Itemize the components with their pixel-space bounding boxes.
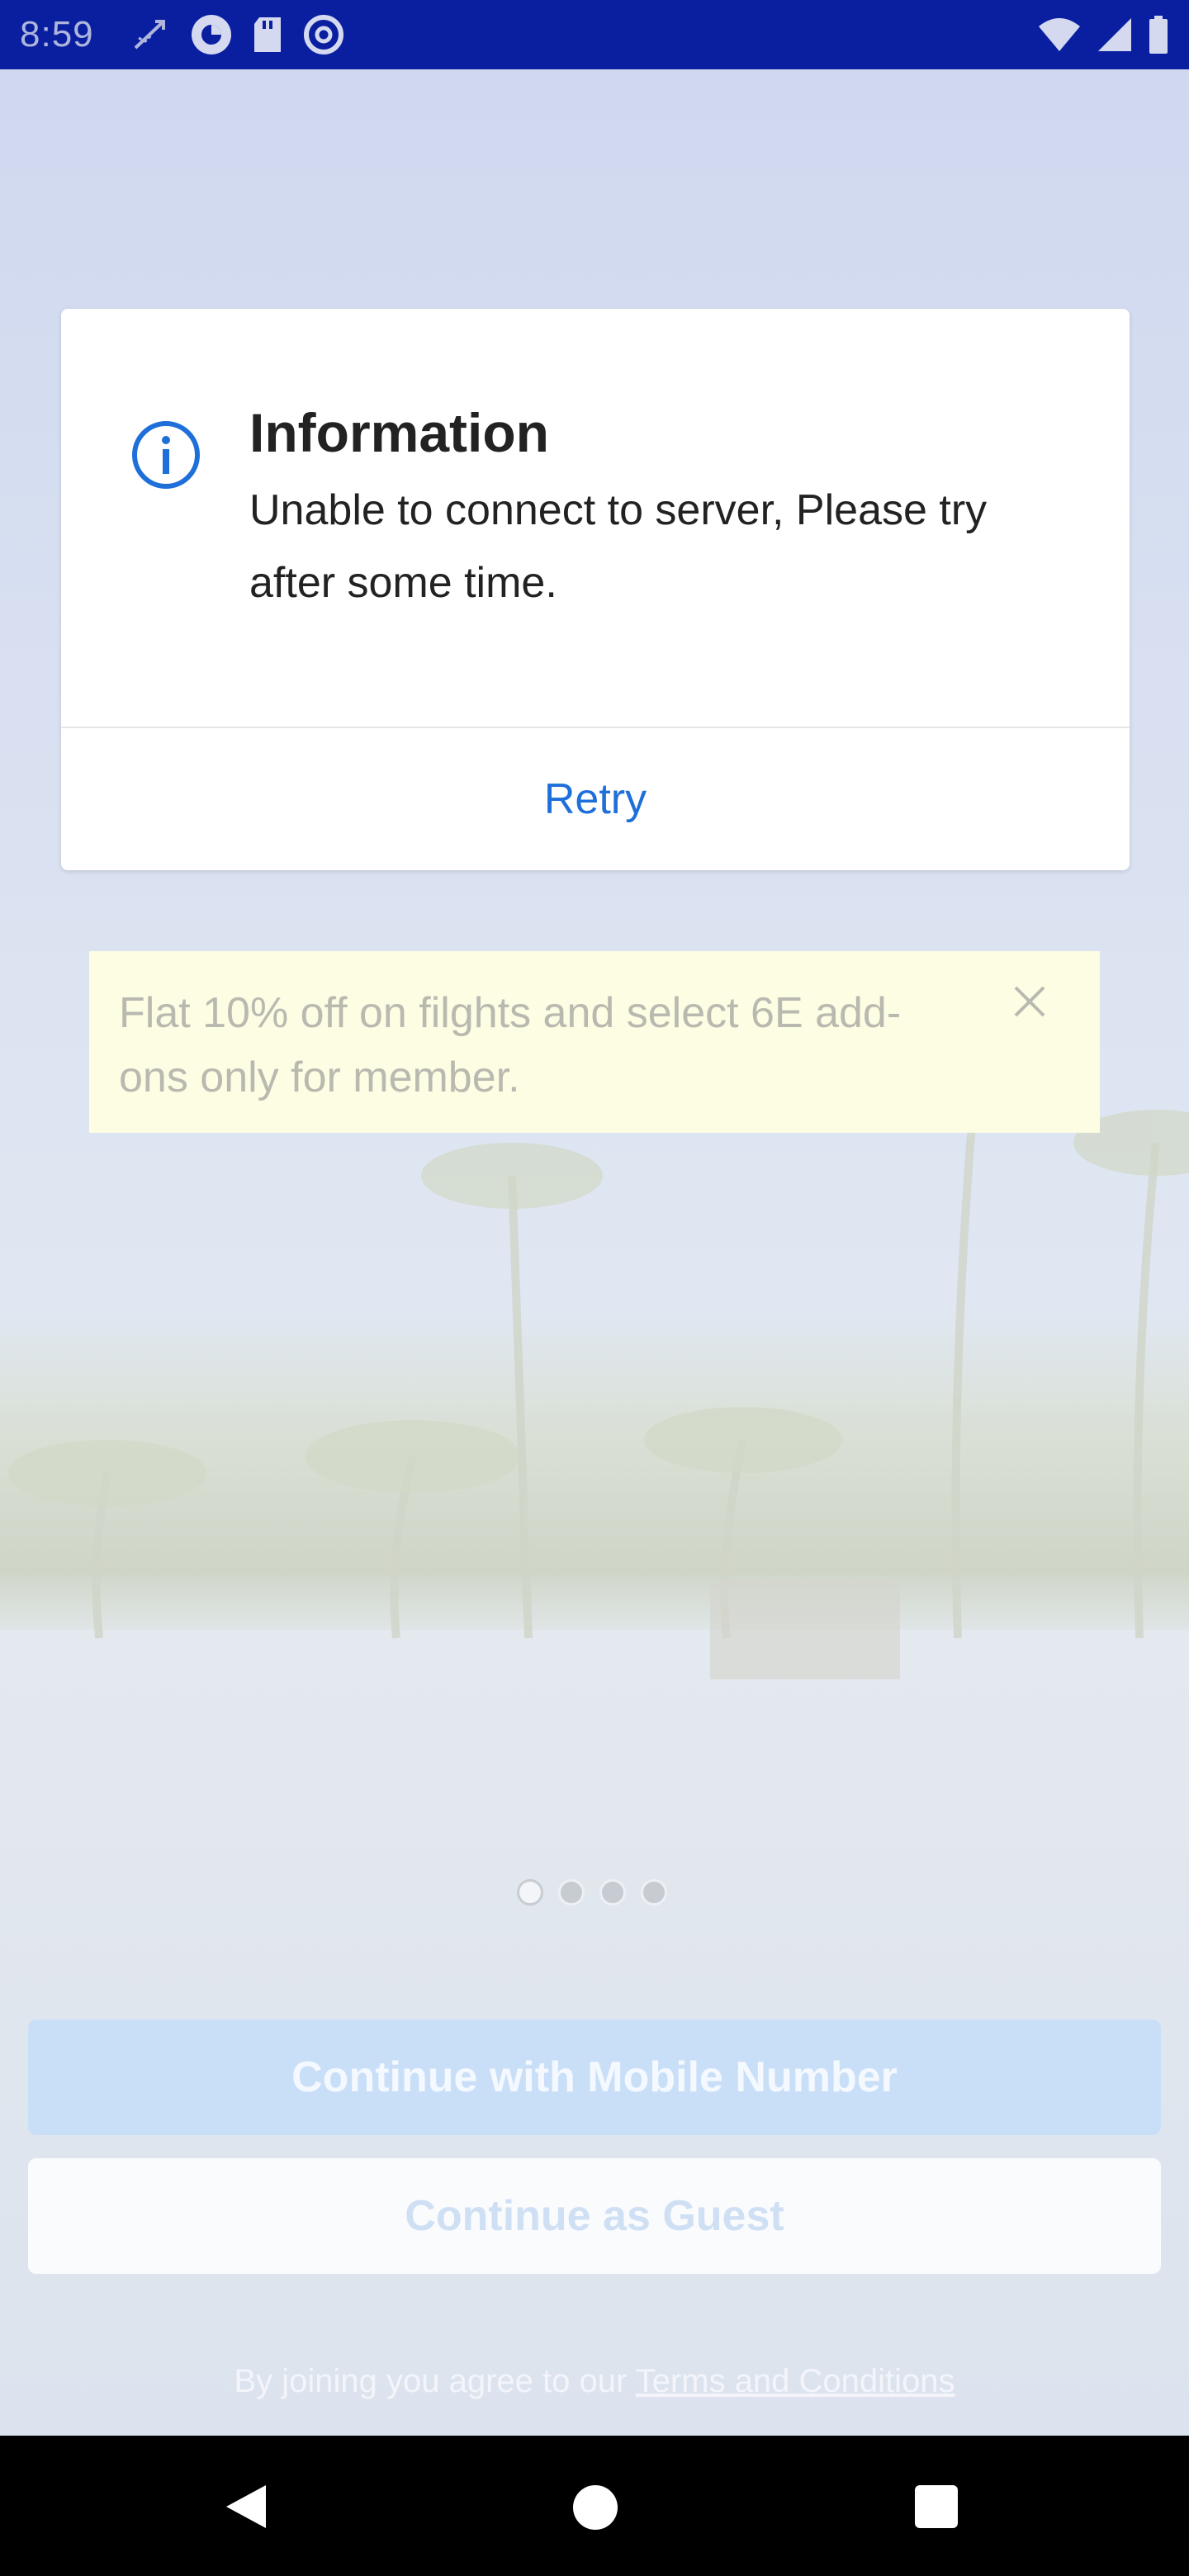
status-icons-right (1037, 16, 1169, 54)
carousel-dot[interactable] (517, 1879, 543, 1906)
carousel-dot[interactable] (641, 1879, 667, 1906)
status-time: 8:59 (20, 14, 94, 54)
continue-mobile-button[interactable]: Continue with Mobile Number (28, 2020, 1161, 2135)
info-icon (132, 421, 200, 489)
signal-icon (1098, 18, 1131, 51)
dialog-message: Unable to connect to server, Please try … (249, 486, 988, 607)
terms-link[interactable]: Terms and Conditions (636, 2363, 955, 2399)
status-bar: 8:59 (0, 0, 1189, 69)
recents-icon[interactable] (915, 2485, 958, 2528)
sd-card-icon (253, 17, 281, 52)
battery-icon (1149, 16, 1168, 54)
at-sign-icon (303, 15, 343, 54)
navigation-bar (0, 2436, 1189, 2576)
carousel-dot[interactable] (558, 1879, 585, 1906)
status-icons-left (130, 13, 345, 56)
continue-guest-button[interactable]: Continue as Guest (28, 2158, 1161, 2274)
home-icon[interactable] (573, 2485, 618, 2530)
promo-banner: Flat 10% off on filghts and select 6E ad… (89, 951, 1100, 1133)
promo-text: Flat 10% off on filghts and select 6E ad… (119, 989, 902, 1101)
back-icon[interactable] (223, 2482, 269, 2531)
close-icon[interactable] (1011, 983, 1049, 1020)
carousel-dot[interactable] (599, 1879, 626, 1906)
retry-button[interactable]: Retry (61, 728, 1130, 870)
app-circle-icon (191, 15, 231, 54)
terms-prefix: By joining you agree to our (234, 2363, 636, 2399)
missed-call-icon (134, 20, 165, 50)
wifi-icon (1039, 18, 1080, 51)
carousel-dots (517, 1879, 667, 1906)
information-dialog: Information Unable to connect to server,… (61, 309, 1130, 870)
dialog-title: Information (249, 402, 549, 463)
terms-notice: By joining you agree to our Terms and Co… (0, 2363, 1189, 2400)
